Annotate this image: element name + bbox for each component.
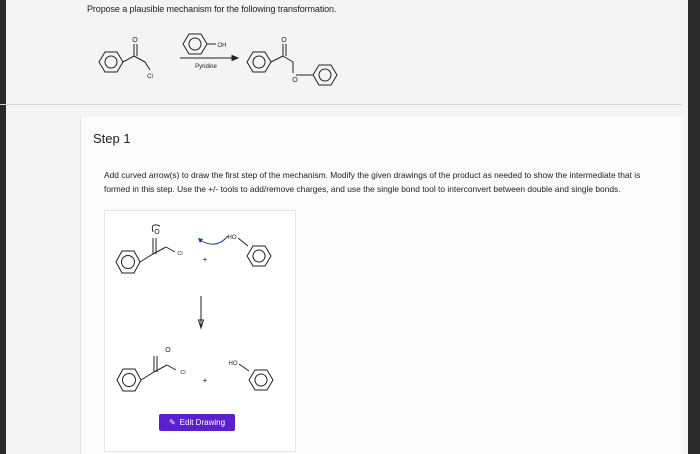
mechanism-drawing: O Cl + HO O Cl + HO [115, 224, 274, 392]
curved-arrow-attack [199, 235, 229, 245]
step-arrow [197, 296, 205, 330]
bottom-benzoyl-chloride: O Cl [116, 347, 186, 392]
top-hydroxyl-label: HO [228, 235, 237, 241]
bottom-hydroxyl-label: HO [229, 361, 238, 367]
bottom-phenol: HO [229, 361, 274, 391]
edit-drawing-button[interactable]: ✎ Edit Drawing [159, 414, 235, 431]
top-chlorine-label: Cl [177, 251, 182, 257]
bottom-chlorine-label: Cl [180, 370, 185, 376]
bottom-carbonyl-oxygen-label: O [165, 347, 171, 354]
bottom-plus-sign: + [203, 376, 208, 385]
top-benzoyl-chloride: O Cl [115, 229, 183, 274]
edit-drawing-label: Edit Drawing [179, 418, 226, 427]
top-plus-sign: + [203, 255, 208, 264]
pencil-icon: ✎ [168, 418, 176, 427]
top-phenol: HO [198, 235, 272, 267]
top-carbonyl-oxygen-label: O [154, 229, 160, 236]
